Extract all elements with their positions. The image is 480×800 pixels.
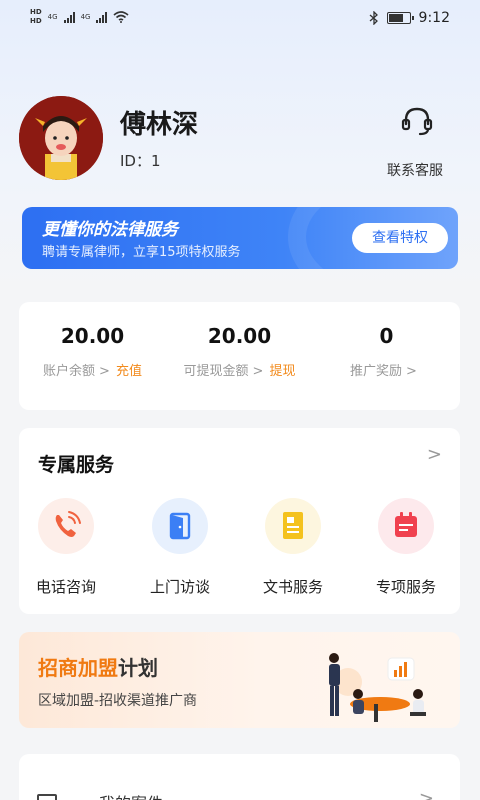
headset-icon[interactable]	[400, 104, 434, 138]
user-name: 傅林深	[120, 110, 199, 140]
door-icon	[169, 512, 191, 540]
view-privileges-button[interactable]: 查看特权	[352, 223, 448, 253]
avatar-illustration	[19, 96, 103, 180]
franchise-promo-card[interactable]: 招商加盟计划 区域加盟-招收渠道推广商	[19, 632, 460, 728]
wifi-icon	[113, 11, 129, 23]
withdraw-link[interactable]: 提现	[269, 364, 295, 379]
my-case-label: 我的案件	[99, 790, 163, 800]
bluetooth-icon	[369, 11, 378, 25]
signal-icon	[63, 11, 75, 23]
chevron-right-icon: >	[418, 788, 434, 800]
balance-label: 账户余额	[43, 364, 96, 379]
promotion-value: 0	[379, 324, 394, 348]
account-stats-card: 20.00 账户余额 > 充值 20.00 可提现金额 > 提现 0 推广奖励 >	[19, 302, 460, 410]
calendar-icon-circle	[378, 498, 434, 554]
balance-value: 20.00	[60, 324, 125, 348]
stat-promotion[interactable]: 0 推广奖励 >	[313, 302, 460, 410]
recharge-link[interactable]: 充值	[116, 364, 142, 379]
stat-withdrawable[interactable]: 20.00 可提现金额 > 提现	[166, 302, 313, 410]
battery-fill	[388, 14, 403, 22]
avatar[interactable]	[19, 96, 103, 180]
chevron-right-icon: >	[406, 364, 417, 379]
withdrawable-label: 可提现金额	[183, 364, 249, 379]
hd-indicator: HD HD	[30, 8, 42, 26]
user-id: ID：1	[120, 152, 161, 170]
service-special[interactable]: 专项服务	[361, 498, 451, 597]
service-document[interactable]: 文书服务	[248, 498, 338, 597]
phone-icon	[55, 511, 81, 537]
service-label: 电话咨询	[35, 578, 96, 596]
withdrawable-row: 可提现金额 > 提现	[166, 360, 313, 379]
service-phone-consult[interactable]: 电话咨询	[21, 498, 111, 597]
service-label: 专项服务	[375, 578, 436, 596]
case-folder-icon	[37, 794, 57, 800]
status-bar-left: HD HD 4G 4G	[30, 8, 129, 26]
status-time: 9:12	[418, 10, 450, 26]
service-label: 文书服务	[262, 578, 323, 596]
status-bar-right: 9:12	[369, 10, 450, 26]
chevron-right-icon: >	[252, 364, 264, 379]
calendar-icon	[395, 512, 417, 537]
network-type-1: 4G	[47, 13, 58, 21]
promotion-label: 推广奖励	[350, 364, 403, 379]
banner-subtitle: 聘请专属律师，立享15项特权服务	[42, 245, 241, 260]
banner-title: 更懂你的法律服务	[42, 220, 178, 240]
network-type-2: 4G	[80, 13, 91, 21]
lawyer-service-banner[interactable]: 更懂你的法律服务 聘请专属律师，立享15项特权服务 查看特权	[22, 207, 458, 269]
stat-balance[interactable]: 20.00 账户余额 > 充值	[19, 302, 166, 410]
signal-icon-2	[96, 11, 108, 23]
hd-label-top: HD	[30, 8, 42, 16]
chevron-right-icon[interactable]: >	[427, 444, 442, 465]
exclusive-services-card: 专属服务 > 电话咨询 上门访谈 文书服务 专项服务	[19, 428, 460, 614]
promo-title-rest: 计划	[118, 656, 158, 680]
phone-icon-circle	[38, 498, 94, 554]
chevron-right-icon: >	[99, 364, 110, 379]
hd-label-bottom: HD	[30, 17, 42, 25]
promo-title: 招商加盟计划	[38, 652, 158, 681]
service-label: 上门访谈	[149, 578, 210, 596]
services-title: 专属服务	[38, 454, 115, 476]
balance-row: 账户余额 > 充值	[19, 360, 166, 379]
my-case-card[interactable]: 我的案件 >	[19, 754, 460, 800]
withdrawable-value: 20.00	[207, 324, 272, 348]
business-meeting-illustration	[329, 653, 426, 722]
service-home-visit[interactable]: 上门访谈	[135, 498, 225, 597]
document-icon	[283, 512, 303, 539]
promo-subtitle: 区域加盟-招收渠道推广商	[38, 693, 198, 709]
door-icon-circle	[152, 498, 208, 554]
status-bar: HD HD 4G 4G 9:12	[0, 0, 480, 40]
promo-title-highlight: 招商加盟	[38, 656, 118, 680]
promotion-row: 推广奖励 >	[313, 360, 460, 379]
customer-service-button[interactable]: 联系客服	[387, 160, 443, 180]
battery-icon	[386, 12, 414, 24]
document-icon-circle	[265, 498, 321, 554]
